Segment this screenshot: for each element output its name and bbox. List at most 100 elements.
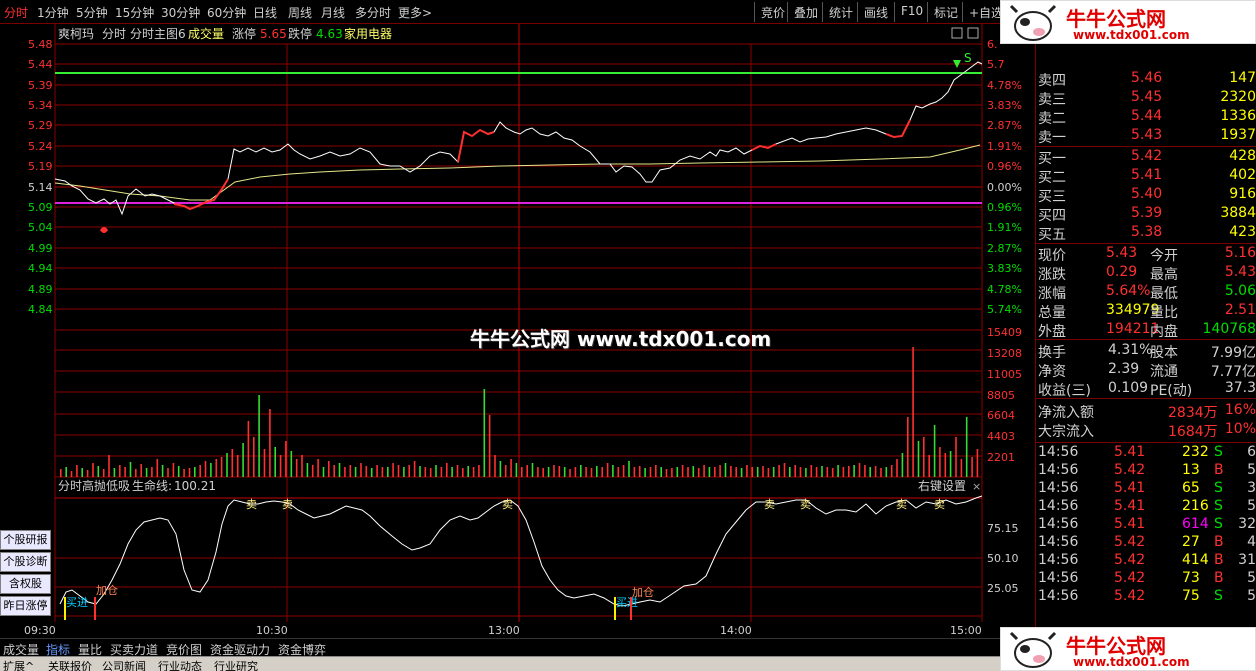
tick-price: 5.42 xyxy=(1114,570,1146,586)
volume-bar xyxy=(826,467,829,477)
limit-down-label: 跌停 xyxy=(288,26,312,41)
industry-news-tab[interactable]: 行业动态 xyxy=(158,658,202,671)
tick-time: 14:56 xyxy=(1038,498,1079,514)
period-tab-multi-intraday[interactable]: 多分时 xyxy=(355,4,391,21)
pct-tick: 5.7 xyxy=(987,58,1005,71)
auction-button[interactable]: 竞价 xyxy=(754,2,791,22)
pct-tick: 0.96% xyxy=(987,201,1022,214)
volume-bar xyxy=(510,459,512,477)
volume-bar xyxy=(81,468,83,477)
volume-bar xyxy=(928,455,930,477)
volume-bar xyxy=(665,469,668,477)
volume-bar xyxy=(558,466,561,477)
volume-bar xyxy=(295,459,298,477)
tick-count: 32 xyxy=(1238,516,1256,532)
period-tab-intraday[interactable]: 分时 xyxy=(4,4,28,21)
ask-volume: 1937 xyxy=(1220,127,1256,143)
limit-up-label: 涨停 xyxy=(232,26,256,41)
fund-label: PE(动) xyxy=(1150,383,1193,399)
volume-bar xyxy=(681,465,684,477)
quote-label: 总量 xyxy=(1038,305,1066,321)
volume-tick: 13208 xyxy=(987,347,1022,360)
stock-name: 爽柯玛 xyxy=(58,27,94,41)
period-tab-weekly[interactable]: 周线 xyxy=(288,4,312,21)
company-news-tab[interactable]: 公司新闻 xyxy=(102,658,146,671)
time-tick: 10:30 xyxy=(256,624,288,637)
stock-diagnosis-button[interactable]: 个股诊断 xyxy=(0,552,51,572)
volume-bar xyxy=(119,465,121,477)
volume-bar xyxy=(971,457,973,477)
volume-bar xyxy=(478,465,480,477)
stock-report-button[interactable]: 个股研报 xyxy=(0,530,51,550)
volume-bar xyxy=(649,467,652,477)
volume-bar xyxy=(601,467,603,477)
volume-bar xyxy=(499,461,502,477)
pct-tick: 6. xyxy=(987,38,998,51)
pct-tick: 4.78% xyxy=(987,283,1022,296)
divider xyxy=(1036,243,1256,244)
statistics-button[interactable]: 统计 xyxy=(822,2,859,22)
right-click-settings[interactable]: 右键设置 xyxy=(918,478,966,493)
indicator-tabs: 成交量 指标 量比 买卖力道 竞价图 资金驱动力 资金博弈 xyxy=(0,638,1035,657)
flow-amount: 2834万 xyxy=(1168,405,1218,421)
volume-bar xyxy=(633,467,636,477)
price-tick: 4.89 xyxy=(28,283,53,296)
tick-count: 4 xyxy=(1247,534,1256,550)
ask-price: 5.46 xyxy=(1131,70,1163,86)
volume-bar xyxy=(521,467,523,477)
volume-tick: 2201 xyxy=(987,451,1015,464)
volume-bar xyxy=(311,465,314,477)
price-tick: 5.39 xyxy=(28,79,53,92)
draw-line-button[interactable]: 画线 xyxy=(857,2,894,22)
volume-bar xyxy=(451,467,453,477)
ask-volume: 1336 xyxy=(1220,108,1256,124)
period-tab-60min[interactable]: 60分钟 xyxy=(207,4,246,21)
ask-price: 5.45 xyxy=(1131,89,1163,105)
period-tab-more[interactable]: 更多> xyxy=(398,4,432,21)
volume-bar xyxy=(880,468,882,477)
tick-volume: 65 xyxy=(1182,480,1200,496)
watermark-url: www.tdx001.com xyxy=(1073,655,1190,669)
cow-logo-icon xyxy=(1009,631,1057,668)
yesterday-limit-up-button[interactable]: 昨日涨停 xyxy=(0,596,51,616)
status-bar: 扩展^ 关联报价 公司新闻 行业动态 行业研究 xyxy=(0,656,1035,671)
period-tab-daily[interactable]: 日线 xyxy=(253,4,277,21)
period-tab-1min[interactable]: 1分钟 xyxy=(37,4,69,21)
volume-bar xyxy=(397,465,400,477)
volume-bar xyxy=(772,467,775,477)
volume-bar xyxy=(612,465,614,477)
close-icon[interactable]: × xyxy=(972,480,981,493)
f10-button[interactable]: F10 xyxy=(894,2,929,22)
volume-bar xyxy=(671,468,673,477)
pct-tick: 0.00% xyxy=(987,181,1022,194)
expand-tab[interactable]: 扩展^ xyxy=(3,658,34,671)
pct-tick: 2.87% xyxy=(987,119,1022,132)
ex-rights-button[interactable]: 含权股 xyxy=(0,574,51,594)
volume-bar xyxy=(655,465,657,477)
bid-price: 5.39 xyxy=(1131,205,1163,221)
quote-row: 现价 5.43 今开 5.16 xyxy=(1036,245,1256,264)
time-tick: 14:00 xyxy=(720,624,752,637)
period-tab-15min[interactable]: 15分钟 xyxy=(115,4,154,21)
bid-volume: 916 xyxy=(1229,186,1256,202)
volume-bar xyxy=(349,465,352,477)
volume-bar xyxy=(108,455,110,477)
volume-bar xyxy=(258,395,260,477)
ask-label: 卖三 xyxy=(1038,92,1066,108)
period-tab-monthly[interactable]: 月线 xyxy=(321,4,345,21)
related-quotes-tab[interactable]: 关联报价 xyxy=(48,658,92,671)
quote-row: 涨幅 5.64% 最低 5.06 xyxy=(1036,283,1256,302)
industry-research-tab[interactable]: 行业研究 xyxy=(214,658,258,671)
tick-volume: 232 xyxy=(1182,444,1209,460)
price-tick: 5.34 xyxy=(28,99,53,112)
mark-button[interactable]: 标记 xyxy=(927,2,964,22)
quote-label: 今开 xyxy=(1150,248,1178,264)
volume-bar xyxy=(531,463,534,477)
volume-bar xyxy=(135,469,137,477)
period-tab-5min[interactable]: 5分钟 xyxy=(76,4,108,21)
overlay-button[interactable]: 叠加 xyxy=(787,2,824,22)
quote-value: 5.16 xyxy=(1224,245,1256,261)
pct-tick: 2.87% xyxy=(987,242,1022,255)
volume-bar xyxy=(215,459,218,477)
period-tab-30min[interactable]: 30分钟 xyxy=(161,4,200,21)
